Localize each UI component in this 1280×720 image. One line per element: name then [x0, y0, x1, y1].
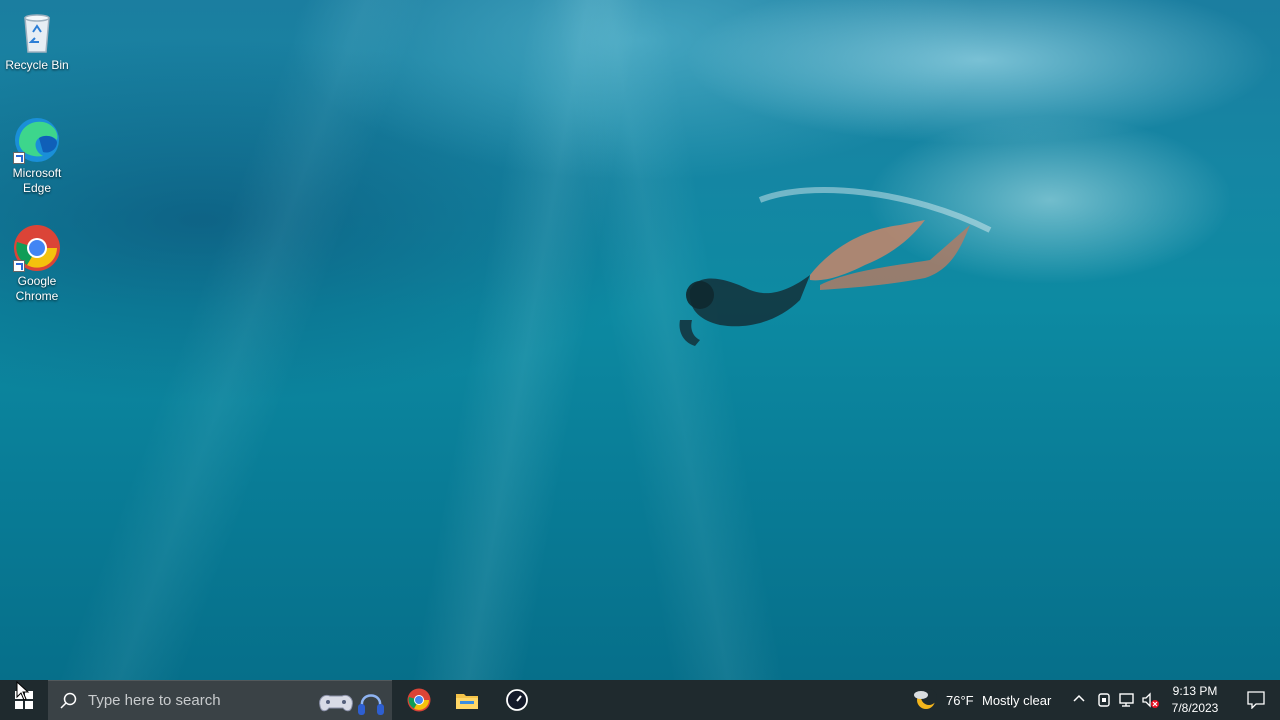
taskbar-app-file-explorer[interactable]: [444, 680, 490, 720]
search-placeholder: Type here to search: [88, 692, 221, 709]
desktop-icon-chrome[interactable]: Google Chrome: [4, 224, 70, 304]
taskbar: Type here to search 76°F Mostly clear 9:…: [0, 680, 1280, 720]
weather-condition[interactable]: Mostly clear: [982, 693, 1051, 708]
edge-icon: [13, 116, 61, 164]
taskbar-app-speedtest[interactable]: [494, 680, 540, 720]
recycle-bin-icon: [13, 8, 61, 56]
meet-now-icon[interactable]: [1096, 692, 1112, 708]
chrome-icon: [13, 224, 61, 272]
mouse-cursor: [16, 681, 30, 701]
wallpaper-light-rays: [0, 0, 1280, 680]
desktop-icon-label: Google Chrome: [15, 274, 59, 303]
chrome-icon: [407, 688, 431, 712]
chevron-up-icon[interactable]: [1072, 692, 1086, 706]
clock-time: 9:13 PM: [1172, 684, 1218, 698]
notification-center-button[interactable]: [1232, 680, 1280, 720]
shortcut-arrow-icon: [13, 260, 25, 272]
gauge-icon: [506, 689, 528, 711]
taskbar-app-chrome[interactable]: [396, 680, 442, 720]
network-icon[interactable]: [1119, 692, 1135, 708]
diver-illustration: [679, 187, 992, 346]
search-icon: [60, 692, 77, 709]
desktop-icon-edge[interactable]: Microsoft Edge: [4, 116, 70, 196]
desktop-icon-label: Recycle Bin: [5, 58, 69, 72]
search-box[interactable]: Type here to search: [48, 680, 392, 720]
clock-date: 7/8/2023: [1171, 701, 1219, 715]
volume-muted-icon[interactable]: [1142, 692, 1160, 708]
search-highlight-icon: [319, 694, 384, 715]
clock[interactable]: 9:13 PM 7/8/2023: [1160, 683, 1230, 717]
shortcut-arrow-icon: [13, 152, 25, 164]
file-explorer-icon: [456, 694, 478, 709]
desktop-icon-label: Microsoft Edge: [12, 166, 62, 195]
notification-icon: [1247, 691, 1265, 709]
desktop-icon-recycle-bin[interactable]: Recycle Bin: [4, 8, 70, 73]
moon-cloud-icon: [914, 689, 937, 709]
weather-temp[interactable]: 76°F: [946, 693, 974, 708]
